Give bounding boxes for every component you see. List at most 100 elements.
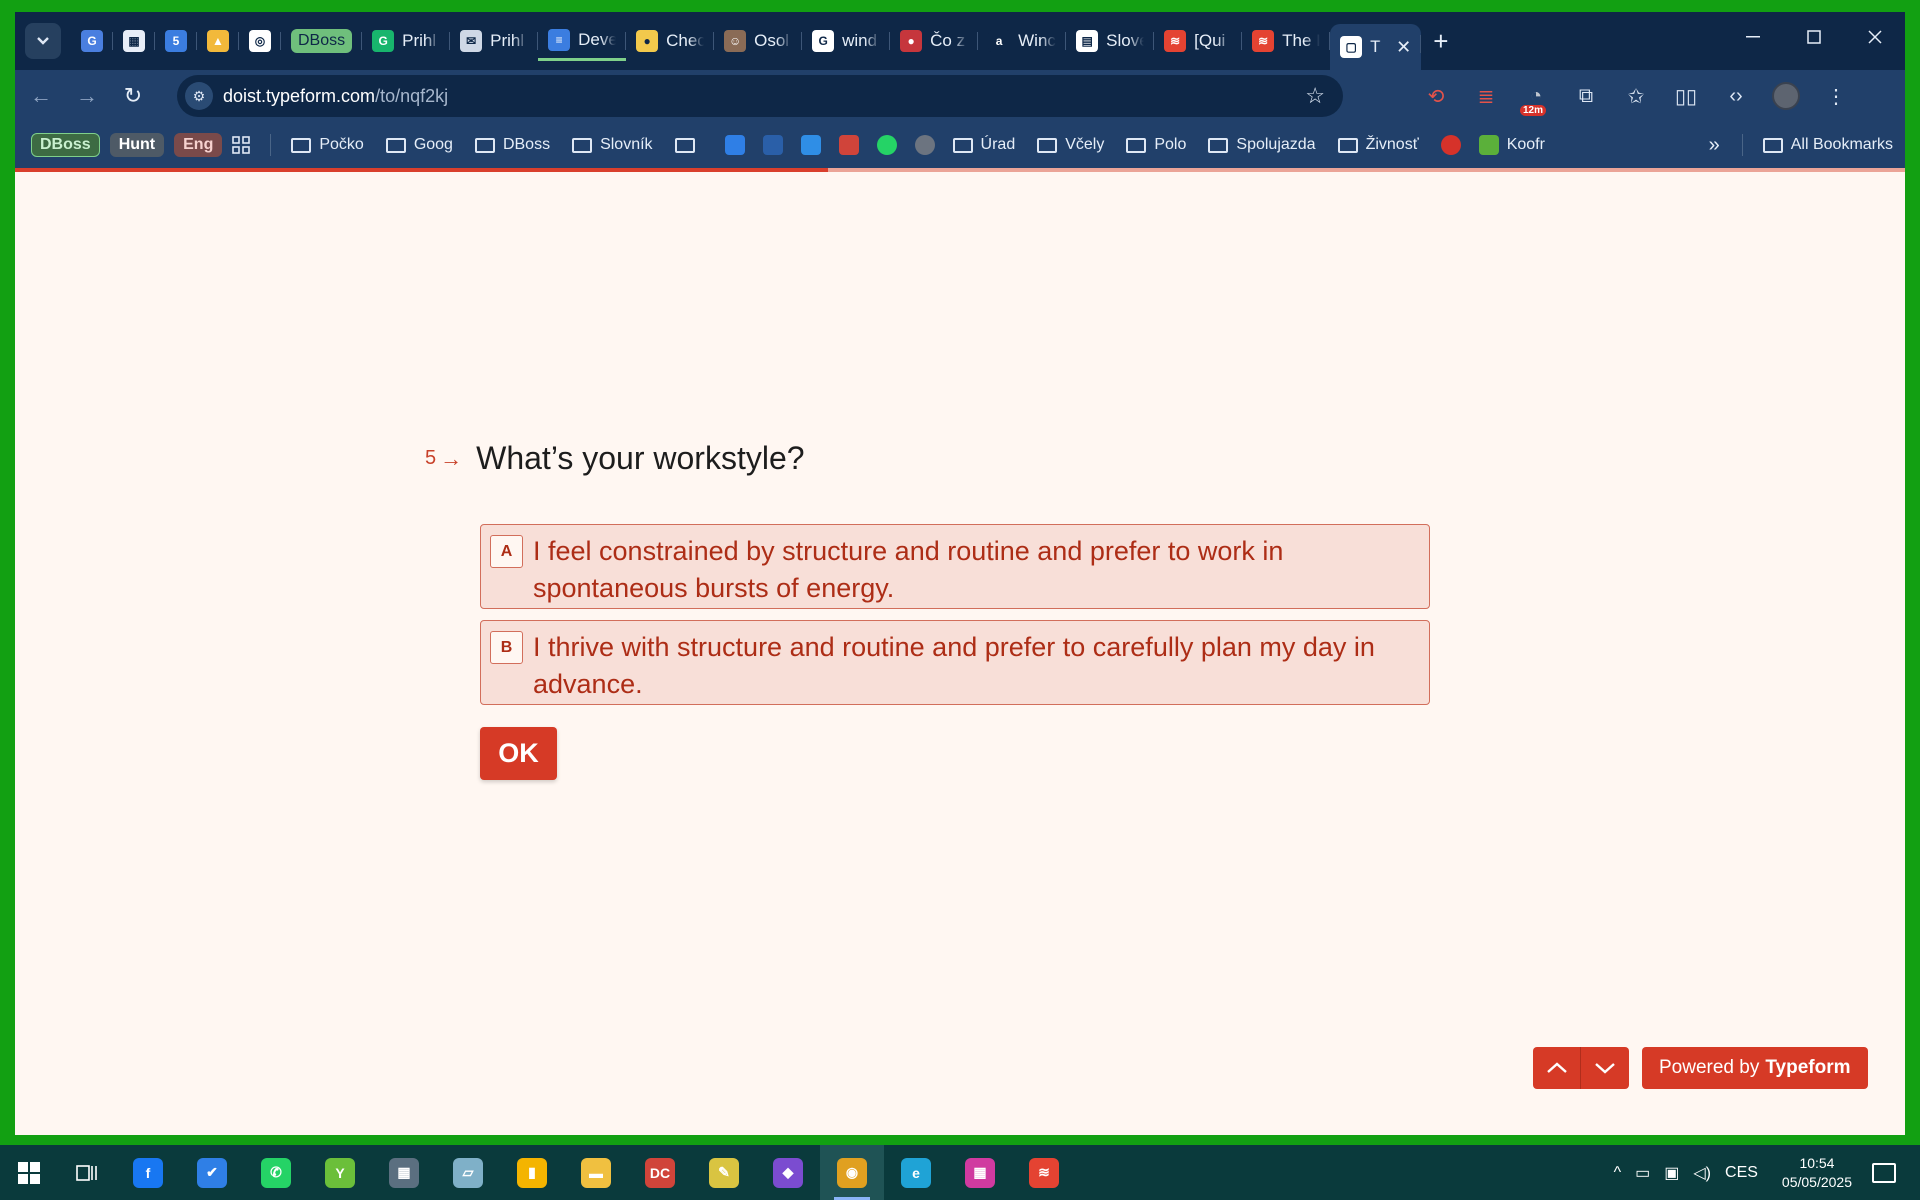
notification-center-icon[interactable] xyxy=(1872,1162,1896,1183)
language-indicator[interactable]: CES xyxy=(1725,1164,1758,1182)
tab-pinned-2[interactable]: 5 xyxy=(155,21,197,61)
tab-pinned-3[interactable]: ▲ xyxy=(197,21,239,61)
task-view-button[interactable] xyxy=(58,1145,116,1200)
taskbar-app-file-explorer[interactable]: ▬ xyxy=(564,1145,628,1200)
tab-slove[interactable]: ▤ Slove xyxy=(1066,21,1155,61)
bookmark-folder-3[interactable]: Slovník xyxy=(572,136,653,154)
taskbar-app-dc-app[interactable]: DC xyxy=(628,1145,692,1200)
tab-prihl[interactable]: G Prihl xyxy=(362,21,451,61)
new-tab-button[interactable]: + xyxy=(1433,26,1448,57)
taskbar-app-keep[interactable]: ▮ xyxy=(500,1145,564,1200)
chevron-down-icon xyxy=(1595,1063,1615,1074)
bookmark-folder-4[interactable]: Živnosť xyxy=(1337,136,1419,154)
m-bookmark-icon[interactable] xyxy=(838,135,859,155)
address-bar[interactable]: ⚙ doist.typeform.com/to/nqf2kj ☆ xyxy=(177,75,1343,117)
tab--qui[interactable]: ≋ [Qui xyxy=(1154,21,1243,61)
reload-button[interactable]: ↻ xyxy=(113,76,153,116)
bookmark-folder-1[interactable]: Goog xyxy=(385,136,453,154)
tab-the-i[interactable]: ≋ The I xyxy=(1242,21,1331,61)
tab-pinned-0[interactable]: G xyxy=(71,21,113,61)
taskbar-app-grid-app[interactable]: ▦ xyxy=(948,1145,1012,1200)
menu-kebab-icon[interactable]: ⋮ xyxy=(1818,78,1854,114)
maximize-button[interactable] xyxy=(1783,12,1844,62)
tab-t[interactable]: ▢ T ✕ xyxy=(1330,24,1422,70)
reading-mode-icon[interactable]: ▯▯ xyxy=(1668,78,1704,114)
taskbar-app-calculator[interactable]: ▦ xyxy=(372,1145,436,1200)
tab-dboss[interactable]: DBoss xyxy=(281,21,363,61)
tab--o-z[interactable]: ● Čo z xyxy=(890,21,979,61)
bookmark-folder-unnamed[interactable] xyxy=(674,137,703,153)
tomato-bookmark-icon[interactable] xyxy=(1440,135,1461,155)
todoist-icon: ≋ xyxy=(1252,30,1275,52)
taskbar-app-todoist[interactable]: ≋ xyxy=(1012,1145,1076,1200)
tab-pinned-4[interactable]: ◎ xyxy=(239,21,281,61)
bookmark-folder-1[interactable]: Včely xyxy=(1037,136,1104,154)
todo-bookmark-icon[interactable] xyxy=(724,135,745,155)
close-tab-icon[interactable]: ✕ xyxy=(1396,37,1411,58)
profile-avatar[interactable] xyxy=(1768,78,1804,114)
bookmark-star-icon[interactable]: ☆ xyxy=(1305,83,1325,109)
tab-search-button[interactable] xyxy=(25,23,61,59)
extension-s-icon[interactable]: ⟲ xyxy=(1418,78,1454,114)
extensions-puzzle-icon[interactable]: ⧉ xyxy=(1568,78,1604,114)
battery-icon[interactable]: ▭ xyxy=(1635,1163,1650,1183)
folder-icon xyxy=(952,137,973,153)
tab-pinned-1[interactable]: ▦ xyxy=(113,21,155,61)
extension-stack-icon[interactable]: ≣ xyxy=(1468,78,1504,114)
tab-osol[interactable]: ☺ Osol xyxy=(714,21,803,61)
tab-wind[interactable]: Gwind xyxy=(802,21,891,61)
bookmark-folder-2[interactable]: Polo xyxy=(1126,136,1186,154)
clock[interactable]: 10:54 05/05/2025 xyxy=(1782,1154,1852,1192)
tab-winc[interactable]: a Winc xyxy=(978,21,1067,61)
bookmark-folder-3[interactable]: Spolujazda xyxy=(1208,136,1316,154)
site-info-icon[interactable]: ⚙ xyxy=(185,82,213,110)
answer-option-a[interactable]: A I feel constrained by structure and rou… xyxy=(480,524,1430,609)
taskbar-app-y-app[interactable]: Y xyxy=(308,1145,372,1200)
tab-chec[interactable]: ● Chec xyxy=(626,21,715,61)
next-question-button[interactable] xyxy=(1581,1047,1629,1089)
tab-prihl[interactable]: ✉ Prihl xyxy=(450,21,539,61)
bookmark-folder-2[interactable]: DBoss xyxy=(474,136,550,154)
bookmark-koofr[interactable]: Koofr xyxy=(1478,135,1545,155)
code-icon[interactable]: ‹› xyxy=(1718,78,1754,114)
taskbar-app-whatsapp[interactable]: ✆ xyxy=(244,1145,308,1200)
previous-question-button[interactable] xyxy=(1533,1047,1581,1089)
tab-title: wind xyxy=(842,31,878,50)
minimize-button[interactable] xyxy=(1722,12,1783,62)
forward-button[interactable]: → xyxy=(67,76,107,116)
bookmark-pill-eng[interactable]: Eng xyxy=(174,133,223,157)
bookmark-folder-0[interactable]: Úrad xyxy=(952,136,1015,154)
taskbar-app-todo[interactable]: ✔ xyxy=(180,1145,244,1200)
start-button[interactable] xyxy=(0,1145,58,1200)
tab-deve[interactable]: ≡ Deve xyxy=(538,21,627,61)
bookmark-pill-dboss[interactable]: DBoss xyxy=(31,133,100,157)
taskbar-app-visual-studio[interactable]: ◆ xyxy=(756,1145,820,1200)
volume-icon[interactable]: ◁) xyxy=(1693,1163,1711,1183)
chevron-up-icon[interactable]: ^ xyxy=(1614,1164,1622,1182)
favorites-icon[interactable]: ✩ xyxy=(1618,78,1654,114)
taskbar-app-edge[interactable]: e xyxy=(884,1145,948,1200)
apps-grid-icon[interactable] xyxy=(232,136,251,154)
whatsapp-bookmark-icon[interactable] xyxy=(876,135,897,155)
all-bookmarks-button[interactable]: All Bookmarks xyxy=(1762,136,1893,154)
taskbar-app-notebook[interactable]: ▱ xyxy=(436,1145,500,1200)
taskbar-app-facebook[interactable]: f xyxy=(116,1145,180,1200)
taskbar-app-chrome[interactable]: ◉ xyxy=(820,1145,884,1200)
extension-timer-icon[interactable]: ◔ 12m xyxy=(1518,78,1554,116)
bookmarks-overflow-button[interactable]: » xyxy=(1709,134,1720,157)
taskbar-app-sticky-app[interactable]: ✎ xyxy=(692,1145,756,1200)
url-text[interactable]: doist.typeform.com/to/nqf2kj xyxy=(223,86,448,107)
heart-bookmark-icon[interactable] xyxy=(914,135,935,155)
textmail-bookmark-icon[interactable] xyxy=(762,135,783,155)
network-icon[interactable]: ▣ xyxy=(1664,1163,1679,1183)
close-window-button[interactable] xyxy=(1844,12,1905,62)
bookmark-folder-0[interactable]: Počko xyxy=(291,136,364,154)
back-button[interactable]: ← xyxy=(21,76,61,116)
bookmark-pill-hunt[interactable]: Hunt xyxy=(109,133,165,157)
b-bookmark-icon[interactable] xyxy=(800,135,821,155)
taskbar-apps: f ✔ ✆ Y ▦ ▱ ▮ ▬ DC ✎ ◆ ◉ e ▦ ≋ xyxy=(116,1145,1076,1200)
answer-option-b[interactable]: B I thrive with structure and routine and… xyxy=(480,620,1430,705)
powered-by-typeform-link[interactable]: Powered by Typeform xyxy=(1642,1047,1868,1089)
ok-button[interactable]: OK xyxy=(480,727,557,780)
extensions-area: ⟲ ≣ ◔ 12m ⧉ ✩ ▯▯ ‹› ⋮ xyxy=(1418,78,1868,116)
